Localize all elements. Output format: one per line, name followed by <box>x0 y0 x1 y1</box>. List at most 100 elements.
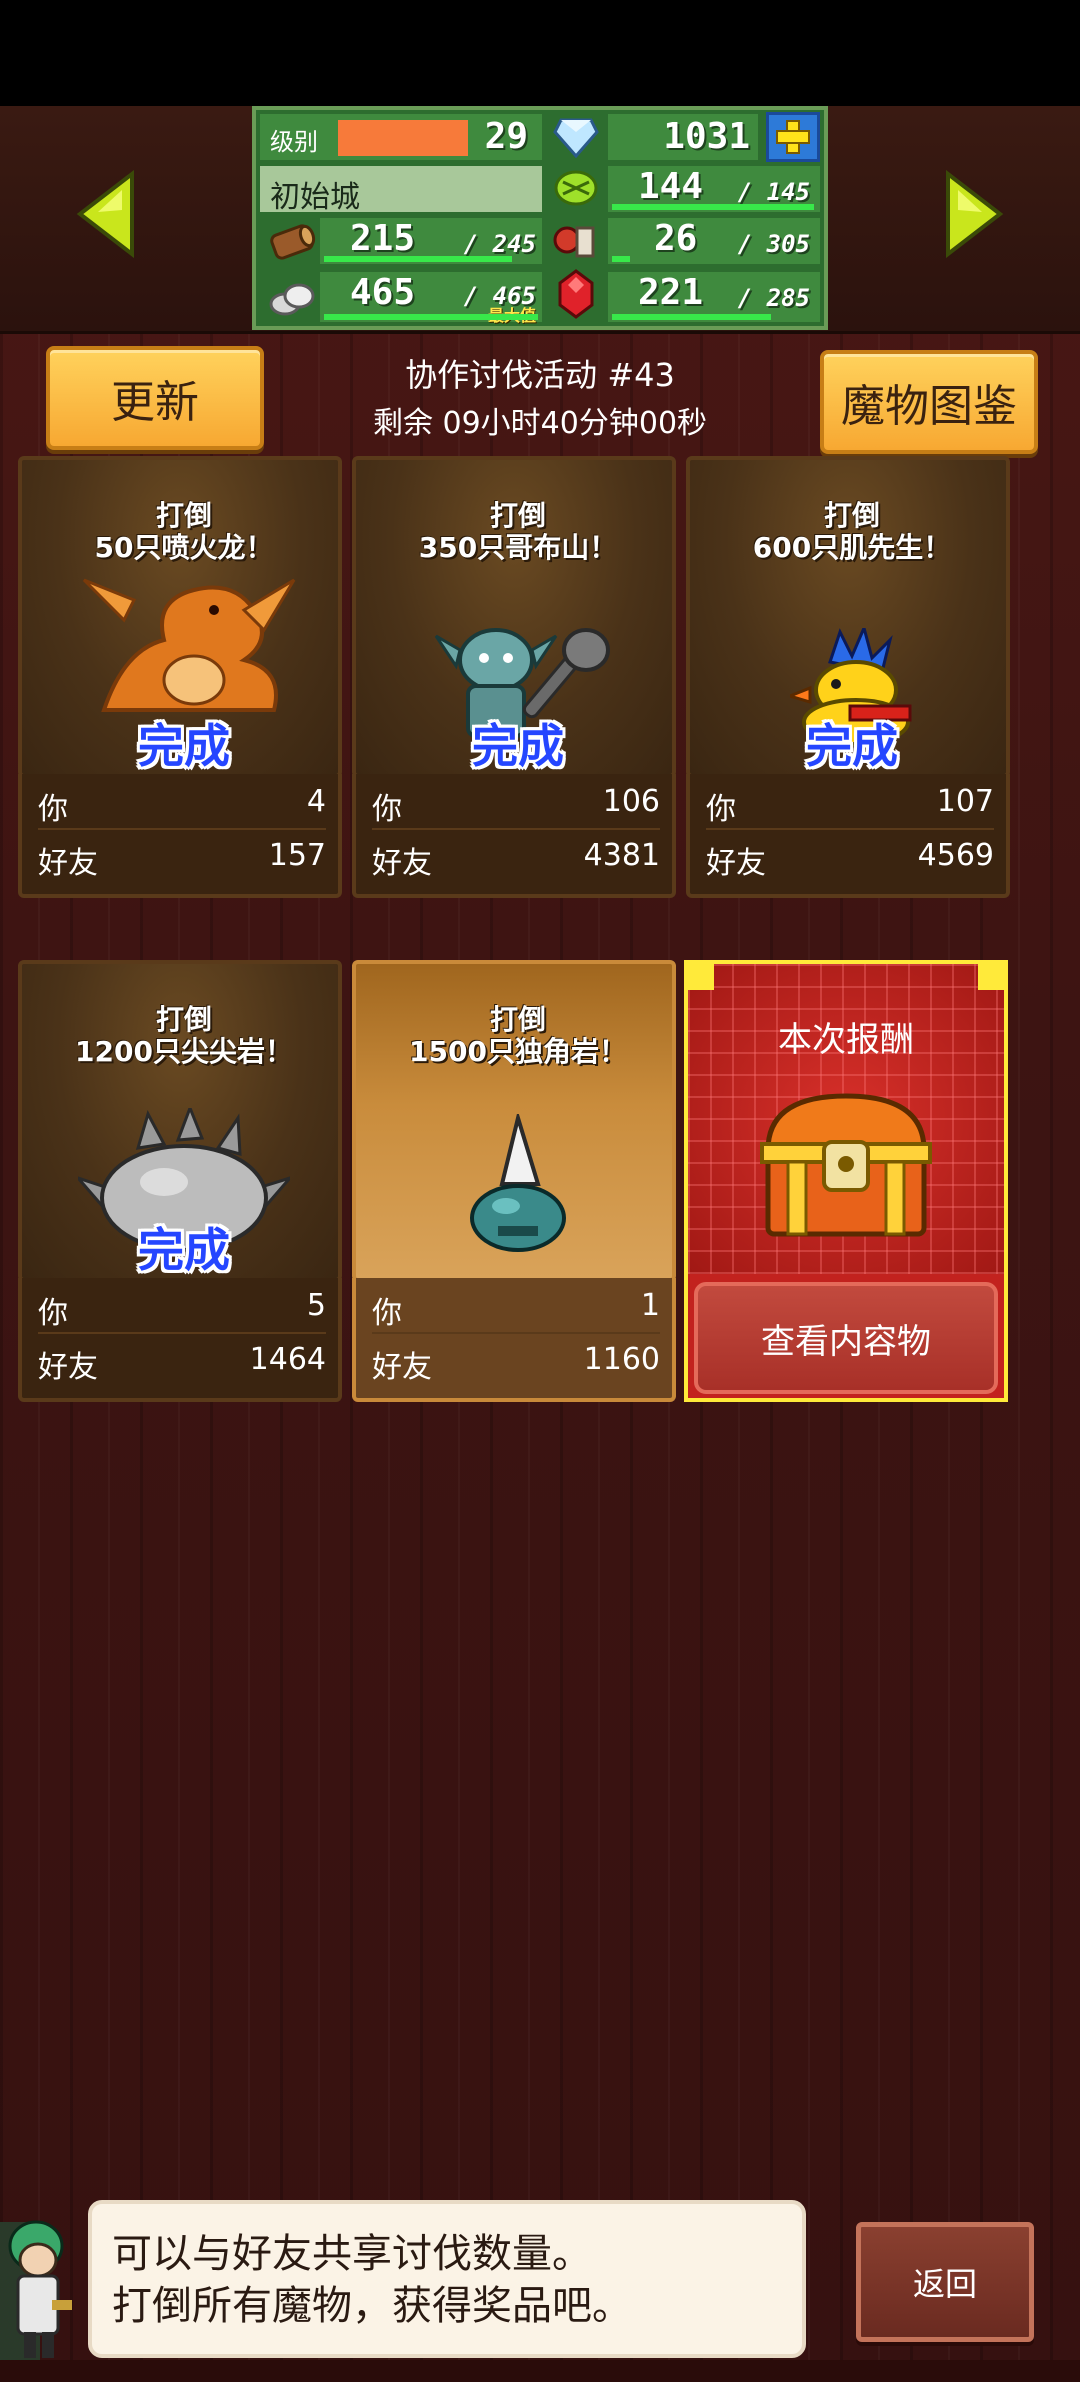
friends-count: 4569 <box>917 838 994 873</box>
complete-label: 完成 <box>138 719 230 773</box>
gem-cell: 1031 <box>608 114 758 160</box>
refresh-button[interactable]: 更新 <box>46 346 264 450</box>
friends-count-row: 好友 1160 <box>372 1342 660 1386</box>
card-title-line2: 350只哥布山！ <box>418 531 618 564</box>
your-count: 5 <box>306 1288 326 1323</box>
wood-max: / 245 <box>463 230 536 258</box>
your-count-row: 你1 <box>372 1288 660 1334</box>
food-value: 144 <box>638 166 704 207</box>
card-stats: 你 106 好友 4381 <box>352 774 676 898</box>
add-gems-button[interactable] <box>766 112 820 162</box>
status-bar <box>0 0 1080 106</box>
wood-progress-bar <box>324 256 512 262</box>
card-art: 打倒 350只哥布山！ 完成 <box>352 456 676 778</box>
complete-label: 完成 <box>472 719 564 773</box>
card-title-line1: 打倒 <box>489 499 546 532</box>
your-count-row: 你4 <box>38 784 326 830</box>
tip-dialog: 可以与好友共享讨伐数量。 打倒所有魔物，获得奖品吧。 <box>88 2200 806 2358</box>
card-title-line1: 打倒 <box>489 1003 546 1036</box>
meat-progress-bar <box>612 256 630 262</box>
view-contents-button[interactable]: 查看内容物 <box>694 1282 998 1394</box>
friends-label: 好友 <box>38 1350 98 1385</box>
corner-ornament <box>978 964 1004 990</box>
card-art: 打倒 50只喷火龙！ 完成 <box>18 456 342 778</box>
food-progress-bar <box>612 204 814 210</box>
your-count-row: 你5 <box>38 1288 326 1334</box>
wood-cell: 215 / 245 <box>320 218 542 264</box>
town-name: 初始城 <box>270 180 360 215</box>
level-bar <box>338 120 468 156</box>
resource-panel: 级别 29 1031 初始城 144 / 145 215 / 245 26 / … <box>252 106 828 330</box>
card-title: 打倒 350只哥布山！ <box>356 500 680 564</box>
card-title-line1: 打倒 <box>823 499 880 532</box>
level-cell: 级别 29 <box>260 114 542 160</box>
gem-value: 1031 <box>663 116 750 157</box>
friends-label: 好友 <box>706 846 766 881</box>
reward-display: 本次报酬 <box>688 964 1004 1274</box>
you-label: 你 <box>38 1296 68 1331</box>
your-count-row: 你 107 <box>706 784 994 830</box>
food-max: / 145 <box>737 178 810 206</box>
food-cell: 144 / 145 <box>608 166 820 212</box>
card-title-line2: 1500只独角岩！ <box>409 1035 627 1068</box>
you-label: 你 <box>38 792 68 827</box>
grass-icon <box>548 160 604 216</box>
gem-icon <box>548 110 604 166</box>
you-label: 你 <box>372 1296 402 1331</box>
card-art: 打倒 600只肌先生！ 完成 <box>686 456 1010 778</box>
guide-character-avatar <box>0 2220 72 2362</box>
prev-arrow-button[interactable] <box>76 169 136 259</box>
card-title: 打倒 50只喷火龙！ <box>22 500 346 564</box>
friends-count-row: 好友 157 <box>38 838 326 882</box>
friends-count-row: 好友 1464 <box>38 1342 326 1386</box>
card-title-line2: 600只肌先生！ <box>752 531 952 564</box>
friends-count-row: 好友 4381 <box>372 838 660 882</box>
friends-count: 4381 <box>583 838 660 873</box>
plus-icon <box>776 120 810 154</box>
monster-book-button[interactable]: 魔物图鉴 <box>820 350 1038 454</box>
next-arrow-button[interactable] <box>944 169 1004 259</box>
meat-cell: 26 / 305 <box>608 218 820 264</box>
level-label: 级别 <box>270 128 318 156</box>
card-title: 打倒 600只肌先生！ <box>690 500 1014 564</box>
ruby-max: / 285 <box>737 284 810 312</box>
town-cell: 初始城 <box>260 166 542 215</box>
reward-panel: 本次报酬 查看内容物 <box>684 960 1008 1402</box>
left-arrow-icon <box>76 169 134 259</box>
your-count: 4 <box>306 784 326 819</box>
time-remaining: 剩余 09小时40分钟00秒 <box>372 406 708 441</box>
card-art: 打倒 1200只尖尖岩！ 完成 <box>18 960 342 1282</box>
stone-icon <box>264 270 320 326</box>
card-title-line1: 打倒 <box>155 499 212 532</box>
card-stats: 你5 好友 1464 <box>18 1278 342 1402</box>
your-count: 1 <box>640 1288 660 1323</box>
friends-label: 好友 <box>372 846 432 881</box>
ruby-progress-bar <box>612 314 771 320</box>
friends-count: 1160 <box>583 1342 660 1377</box>
meat-icon <box>548 212 604 268</box>
you-label: 你 <box>372 792 402 827</box>
meat-value: 26 <box>654 218 698 259</box>
friends-count: 157 <box>268 838 326 873</box>
ruby-icon <box>548 266 604 322</box>
reward-title: 本次报酬 <box>778 1020 914 1060</box>
you-label: 你 <box>706 792 736 827</box>
card-art: 打倒 1500只独角岩！ <box>352 960 676 1282</box>
ruby-value: 221 <box>638 272 704 313</box>
card-stats: 你4 好友 157 <box>18 774 342 898</box>
treasure-chest-icon <box>760 1093 932 1237</box>
wood-value: 215 <box>350 218 416 259</box>
friends-label: 好友 <box>372 1350 432 1385</box>
event-title: 协作讨伐活动 #43 <box>405 356 675 394</box>
card-stats: 你 107 好友 4569 <box>686 774 1010 898</box>
back-button[interactable]: 返回 <box>856 2222 1034 2342</box>
card-title-line2: 1200只尖尖岩！ <box>75 1035 293 1068</box>
friends-count-row: 好友 4569 <box>706 838 994 882</box>
level-value: 29 <box>484 116 528 157</box>
stone-progress-bar <box>324 314 538 320</box>
your-count-row: 你 106 <box>372 784 660 830</box>
tip-line-1: 可以与好友共享讨伐数量。 <box>112 2231 592 2277</box>
card-title: 打倒 1500只独角岩！ <box>356 1004 680 1068</box>
right-arrow-icon <box>946 169 1004 259</box>
your-count: 107 <box>936 784 994 819</box>
